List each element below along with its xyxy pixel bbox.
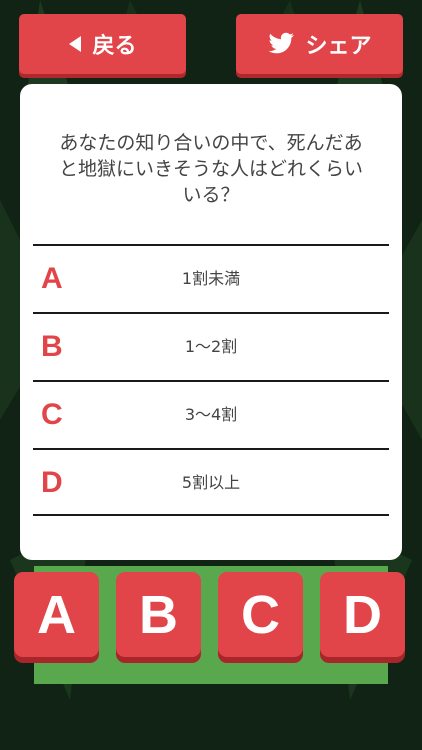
answer-a-button[interactable]: A bbox=[14, 572, 99, 657]
option-row-c: C 3〜4割 bbox=[33, 380, 389, 448]
share-button-label: シェア bbox=[305, 34, 372, 59]
answer-b-button[interactable]: B bbox=[116, 572, 201, 657]
option-text: 1〜2割 bbox=[184, 337, 238, 356]
share-button[interactable]: シェア bbox=[236, 14, 403, 74]
question-card: あなたの知り合いの中で、死んだあと地獄にいきそうな人はどれくらいいる？ A 1割… bbox=[20, 84, 402, 560]
option-text: 5割以上 bbox=[181, 473, 241, 492]
triangle-left-icon bbox=[68, 35, 82, 53]
back-button-label: 戻る bbox=[92, 34, 137, 59]
question-text: あなたの知り合いの中で、死んだあと地獄にいきそうな人はどれくらいいる？ bbox=[58, 132, 363, 206]
back-button[interactable]: 戻る bbox=[19, 14, 186, 74]
options-list: A 1割未満 B 1〜2割 C 3〜4割 D 5割以上 bbox=[33, 244, 389, 516]
option-text: 3〜4割 bbox=[184, 405, 238, 424]
answer-c-button[interactable]: C bbox=[218, 572, 303, 657]
option-row-a: A 1割未満 bbox=[33, 244, 389, 312]
twitter-bird-icon bbox=[267, 32, 295, 56]
option-row-b: B 1〜2割 bbox=[33, 312, 389, 380]
option-text: 1割未満 bbox=[181, 269, 241, 288]
option-row-d: D 5割以上 bbox=[33, 448, 389, 516]
answer-d-button[interactable]: D bbox=[320, 572, 405, 657]
